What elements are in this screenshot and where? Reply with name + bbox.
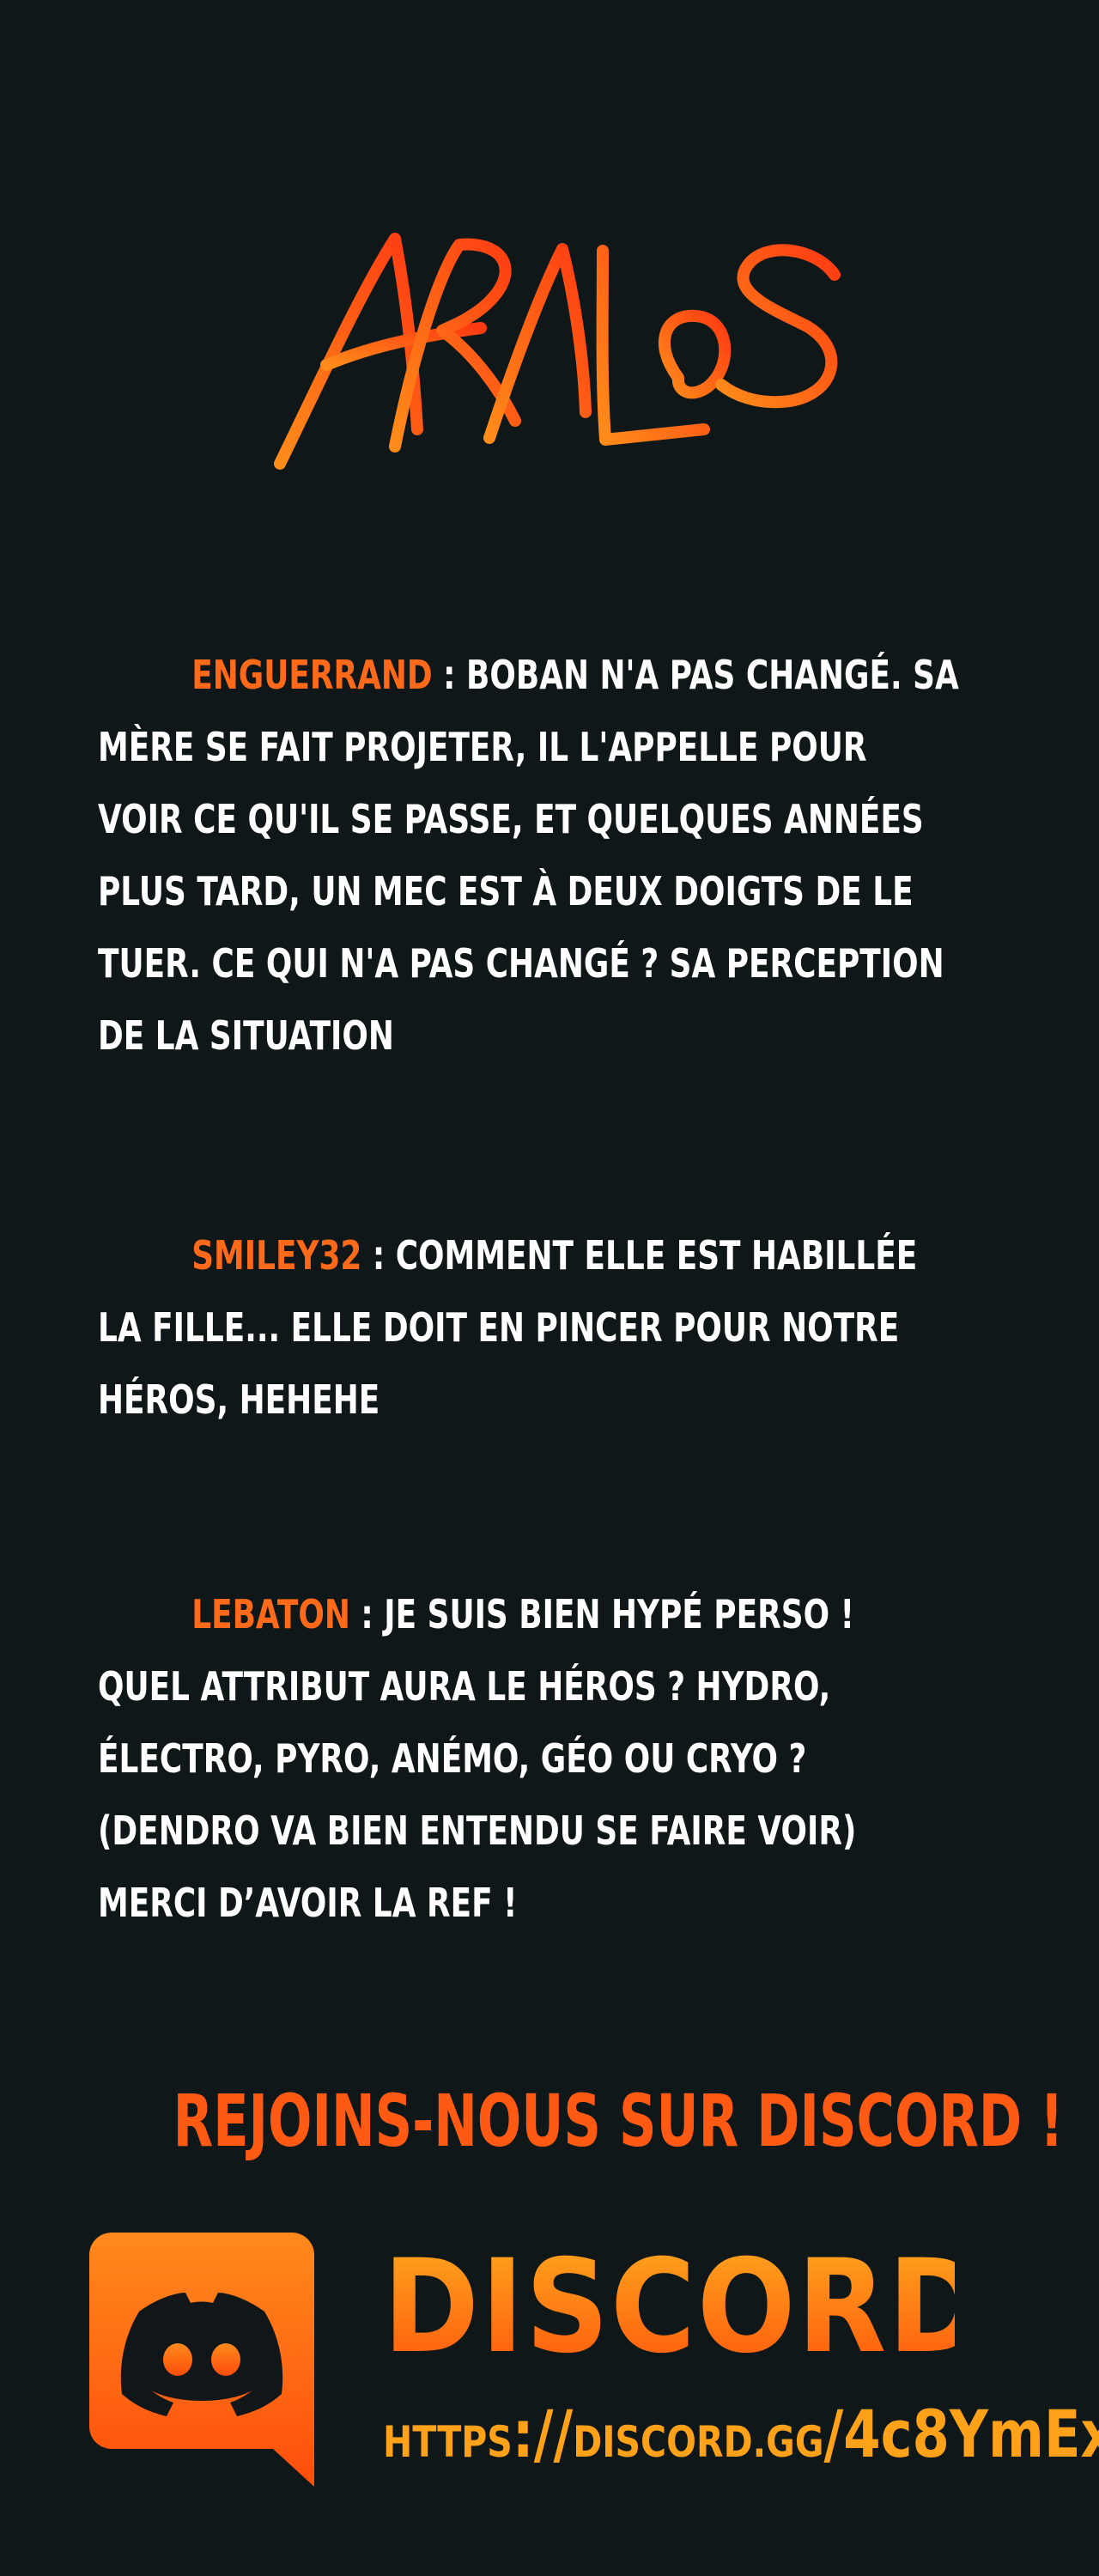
url-domain: DISCORD.GG xyxy=(573,2417,824,2467)
comment-line: MÈRE SE FAIT PROJETER, IL L'APPELLE POUR xyxy=(98,724,867,770)
comment-text: BOBAN N'A PAS CHANGÉ. SA xyxy=(466,652,959,698)
page: ENGUERRAND : BOBAN N'A PAS CHANGÉ. SA MÈ… xyxy=(0,0,1099,2576)
comment-text: COMMENT ELLE EST HABILLÉE xyxy=(395,1232,918,1279)
comment-author: LEBATON xyxy=(191,1591,350,1637)
cta-text: REJOINS-NOUS SUR DISCORD ! xyxy=(173,2079,1064,2163)
comment-line: PLUS TARD, UN MEC EST À DEUX DOIGTS DE L… xyxy=(98,868,914,914)
comment-lebaton: LEBATON : JE SUIS BIEN HYPÉ PERSO ! QUEL… xyxy=(98,1578,1009,1939)
url-code: 4c8YmEx xyxy=(843,2396,1099,2472)
aralos-logo xyxy=(266,215,850,498)
comment-enguerrand: ENGUERRAND : BOBAN N'A PAS CHANGÉ. SA MÈ… xyxy=(98,639,1009,1072)
comment-line: SMILEY32 : COMMENT ELLE EST HABILLÉE xyxy=(191,1232,918,1279)
discord-invite-link[interactable]: HTTPS://DISCORD.GG/4c8YmEx xyxy=(383,2396,1099,2473)
discord-logo-icon[interactable] xyxy=(89,2233,314,2487)
comment-line: LEBATON : JE SUIS BIEN HYPÉ PERSO ! xyxy=(191,1591,854,1637)
comment-line: (DENDRO VA BIEN ENTENDU SE FAIRE VOIR) xyxy=(98,1807,857,1854)
url-prefix: HTTPS xyxy=(383,2417,513,2467)
comment-author: ENGUERRAND xyxy=(191,652,433,698)
url-separator: :// xyxy=(512,2396,574,2472)
discord-wordmark: DISCORD xyxy=(383,2233,986,2382)
url-slash: / xyxy=(823,2396,844,2472)
comment-line: HÉROS, HEHEHE xyxy=(98,1376,380,1423)
comment-author: SMILEY32 xyxy=(191,1232,362,1279)
comment-line: ENGUERRAND : BOBAN N'A PAS CHANGÉ. SA xyxy=(191,652,959,698)
comment-line: QUEL ATTRIBUT AURA LE HÉROS ? HYDRO, xyxy=(98,1663,831,1710)
aralos-logo-icon xyxy=(274,233,841,470)
comment-text: JE SUIS BIEN HYPÉ PERSO ! xyxy=(384,1591,854,1637)
comment-line: ÉLECTRO, PYRO, ANÉMO, GÉO OU CRYO ? xyxy=(98,1735,807,1782)
comment-line: LA FILLE... ELLE DOIT EN PINCER POUR NOT… xyxy=(98,1304,900,1351)
comment-line: TUER. CE QUI N'A PAS CHANGÉ ? SA PERCEPT… xyxy=(98,940,944,987)
comment-smiley32: SMILEY32 : COMMENT ELLE EST HABILLÉE LA … xyxy=(98,1219,1009,1436)
comment-line: MERCI D’AVOIR LA REF ! xyxy=(98,1880,518,1926)
discord-call-to-action: REJOINS-NOUS SUR DISCORD ! xyxy=(0,2069,1099,2172)
comment-line: VOIR CE QU'IL SE PASSE, ET QUELQUES ANNÉ… xyxy=(98,796,924,842)
comment-line: DE LA SITUATION xyxy=(98,1012,394,1059)
